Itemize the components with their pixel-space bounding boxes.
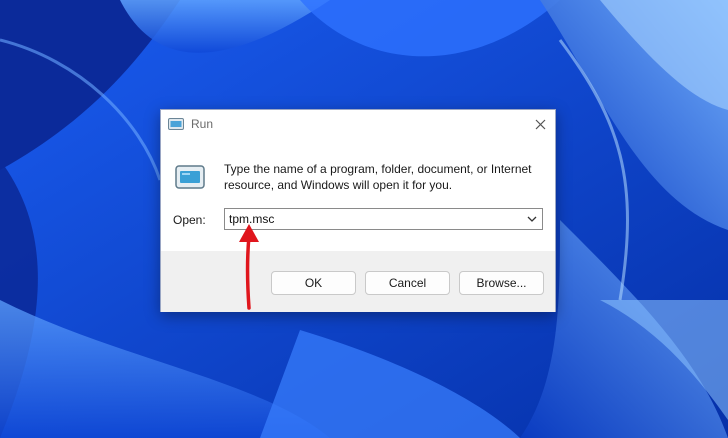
button-bar: OK Cancel Browse... <box>161 251 555 312</box>
cancel-button[interactable]: Cancel <box>365 271 450 295</box>
dialog-description: Type the name of a program, folder, docu… <box>224 162 532 192</box>
run-app-icon <box>175 165 205 189</box>
dialog-title: Run <box>191 117 214 131</box>
close-icon <box>535 119 545 130</box>
browse-button[interactable]: Browse... <box>459 271 544 295</box>
ok-button[interactable]: OK <box>271 271 356 295</box>
run-dialog: Run Type the name of a program, folder, … <box>160 109 556 312</box>
close-button[interactable] <box>525 110 555 139</box>
annotation-arrow <box>239 224 259 310</box>
chevron-down-icon[interactable] <box>527 216 537 223</box>
run-app-icon <box>168 118 184 130</box>
title-bar[interactable]: Run <box>161 110 555 139</box>
open-combobox[interactable]: tpm.msc <box>224 208 543 230</box>
open-label: Open: <box>173 213 206 227</box>
